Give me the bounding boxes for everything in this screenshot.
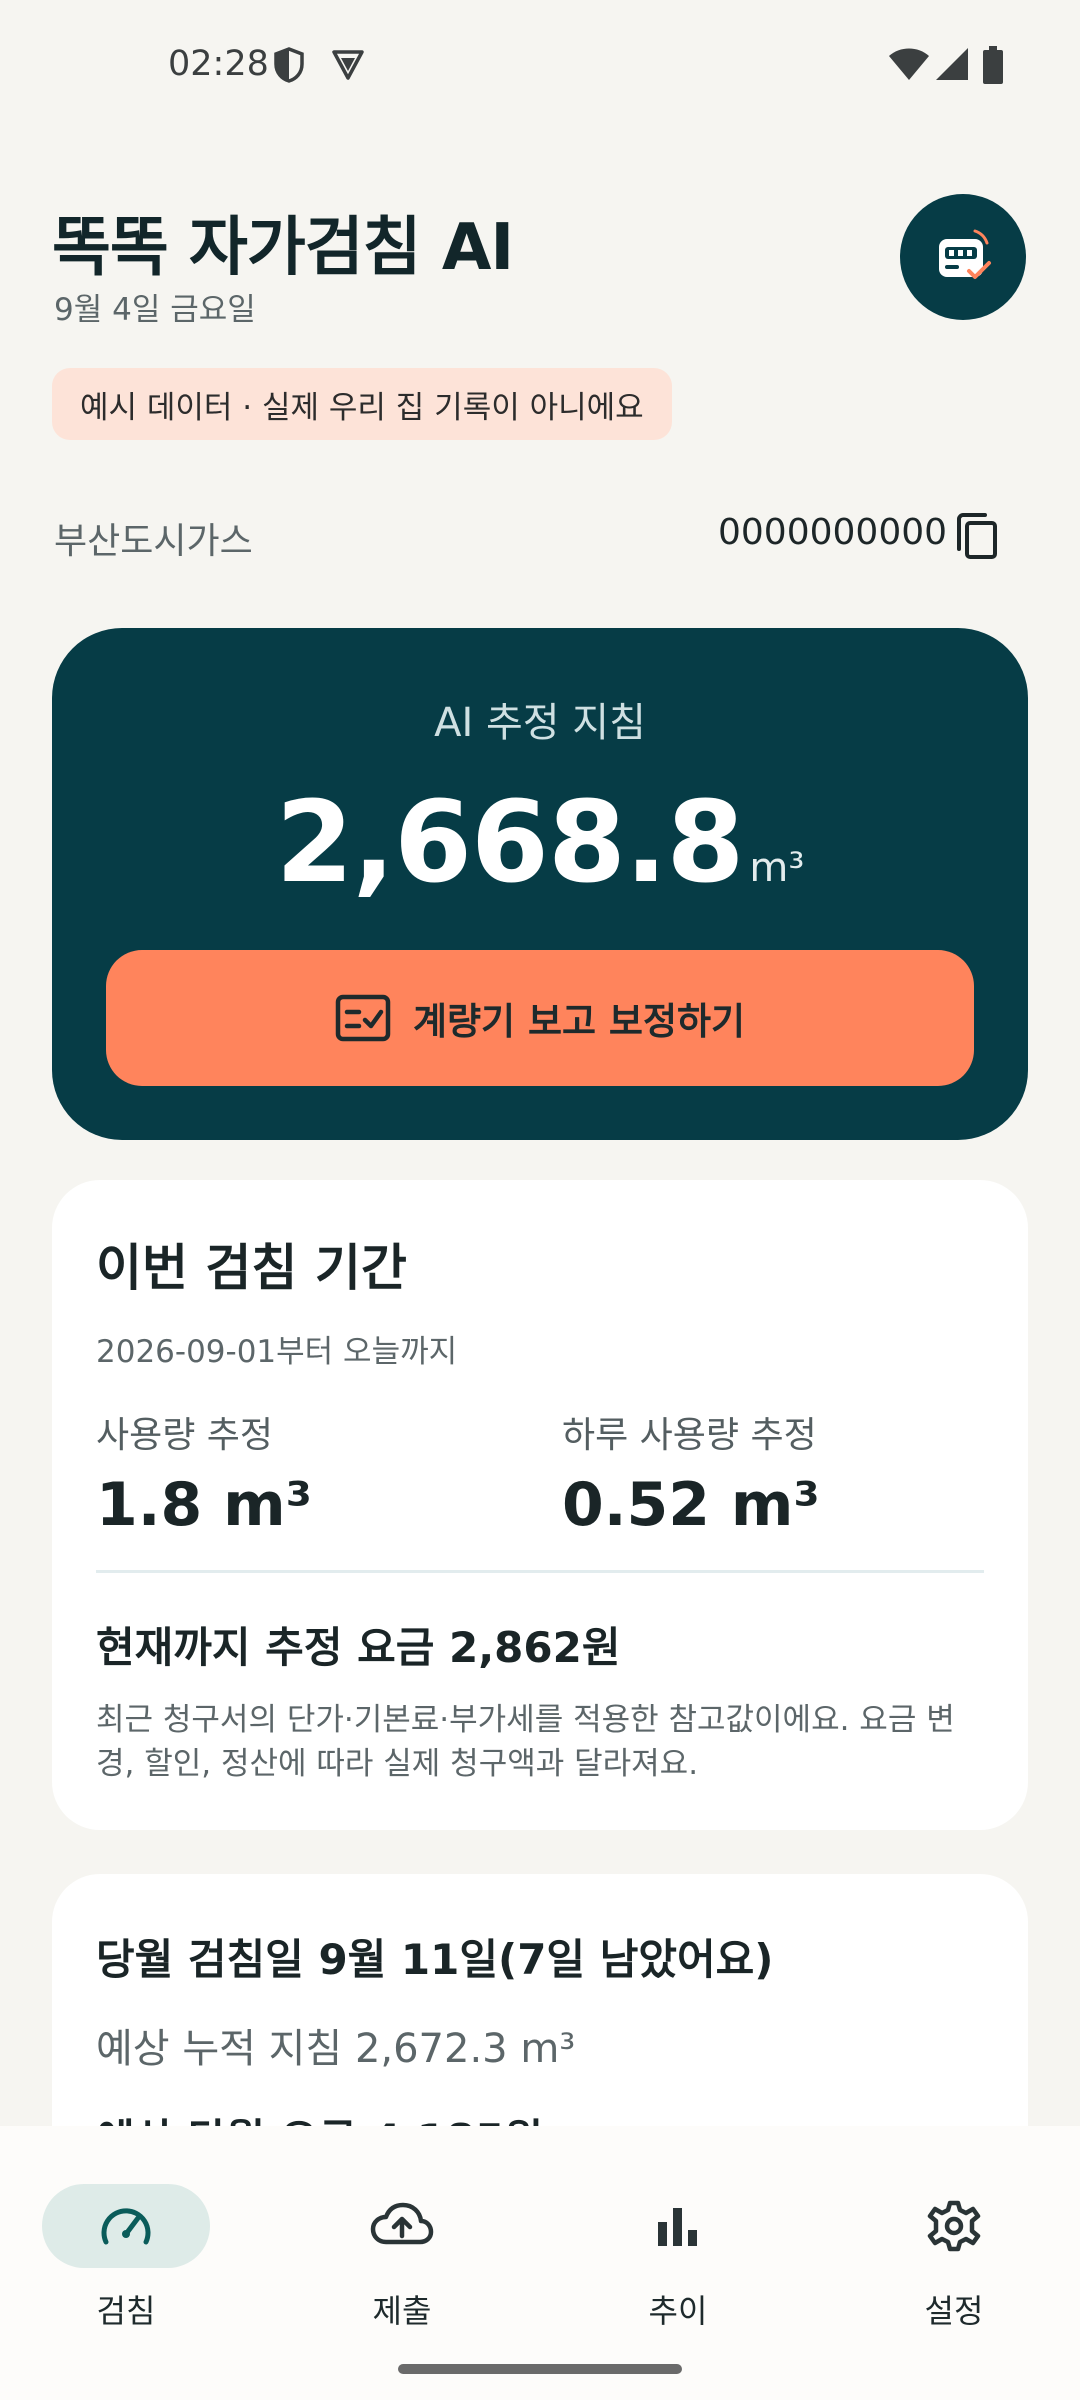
battery-icon xyxy=(983,46,1003,84)
nav-pill-reading xyxy=(42,2184,210,2268)
home-indicator[interactable] xyxy=(398,2364,682,2374)
estimate-value-row: 2,668.8 m³ xyxy=(52,778,1028,908)
estimated-fee: 현재까지 추정 요금 2,862원 xyxy=(96,1623,621,1672)
copy-number-button[interactable] xyxy=(950,510,1004,564)
daily-usage-label: 하루 사용량 추정 xyxy=(562,1415,817,1456)
copy-icon xyxy=(957,513,997,559)
current-period-card: 이번 검침 기간 2026-09-01부터 오늘까지 사용량 추정 1.8 m³… xyxy=(52,1180,1028,1830)
wifi-icon xyxy=(889,48,929,80)
meter-profile-button[interactable] xyxy=(900,194,1026,320)
estimate-unit: m³ xyxy=(749,845,805,891)
status-time: 02:28 xyxy=(168,44,269,84)
usage-estimate-value: 1.8 m³ xyxy=(96,1470,312,1540)
period-title: 이번 검침 기간 xyxy=(96,1239,407,1297)
gas-provider-name: 부산도시가스 xyxy=(54,521,253,562)
daily-usage-value: 0.52 m³ xyxy=(562,1470,820,1540)
checklist-icon xyxy=(335,994,391,1042)
vpn-badge-icon xyxy=(332,50,364,80)
estimate-label: AI 추정 지침 xyxy=(434,700,646,746)
screen: 02:28 똑똑 자가검침 AI 9월 4일 금요일 예시 데이터 · 실제 우… xyxy=(0,0,1080,2400)
current-date: 9월 4일 금요일 xyxy=(54,292,256,328)
signal-icon xyxy=(936,48,968,80)
divider xyxy=(96,1570,984,1573)
period-range: 2026-09-01부터 오늘까지 xyxy=(96,1334,458,1370)
nav-label-reading: 검침 xyxy=(96,2292,156,2330)
sample-data-badge: 예시 데이터 · 실제 우리 집 기록이 아니에요 xyxy=(52,368,672,440)
cloud-upload-icon xyxy=(370,2202,434,2245)
nav-label-trend: 추이 xyxy=(648,2292,708,2330)
customer-number: 0000000000 xyxy=(718,512,948,553)
nav-pill-submit xyxy=(318,2184,486,2268)
nav-label-settings: 설정 xyxy=(924,2292,984,2330)
usage-estimate-label: 사용량 추정 xyxy=(96,1415,274,1456)
next-reading-date: 당월 검침일 9월 11일(7일 남았어요) xyxy=(96,1935,774,1984)
calibrate-with-meter-button[interactable]: 계량기 보고 보정하기 xyxy=(106,950,974,1086)
gear-icon xyxy=(927,2200,981,2252)
fee-disclaimer: 최근 청구서의 단가·기본료·부가세를 적용한 참고값이에요. 요금 변경, 할… xyxy=(96,1702,955,1782)
app-title: 똑똑 자가검침 AI xyxy=(52,211,514,285)
calibrate-button-label: 계량기 보고 보정하기 xyxy=(412,1000,746,1043)
nav-item-settings[interactable]: 설정 xyxy=(836,2154,1080,2330)
smart-meter-icon xyxy=(939,229,991,279)
nav-item-reading[interactable]: 검침 xyxy=(8,2154,284,2330)
estimate-value: 2,668.8 xyxy=(275,778,745,908)
ai-estimate-card: AI 추정 지침 2,668.8 m³ 계량기 보고 보정하기 xyxy=(52,628,1028,1140)
nav-pill-trend xyxy=(594,2184,762,2268)
nav-item-trend[interactable]: 추이 xyxy=(560,2154,836,2330)
nav-label-submit: 제출 xyxy=(372,2292,432,2330)
status-bar: 02:28 xyxy=(0,0,1080,136)
expected-cumulative-reading: 예상 누적 지침 2,672.3 m³ xyxy=(96,2026,576,2072)
bar-chart-icon xyxy=(658,2208,697,2246)
nav-item-submit[interactable]: 제출 xyxy=(284,2154,560,2330)
gauge-icon xyxy=(101,2208,151,2245)
nav-pill-settings xyxy=(870,2184,1038,2268)
bottom-navigation: 검침 제출 추이 설정 xyxy=(0,2126,1080,2400)
shield-icon xyxy=(274,47,304,83)
